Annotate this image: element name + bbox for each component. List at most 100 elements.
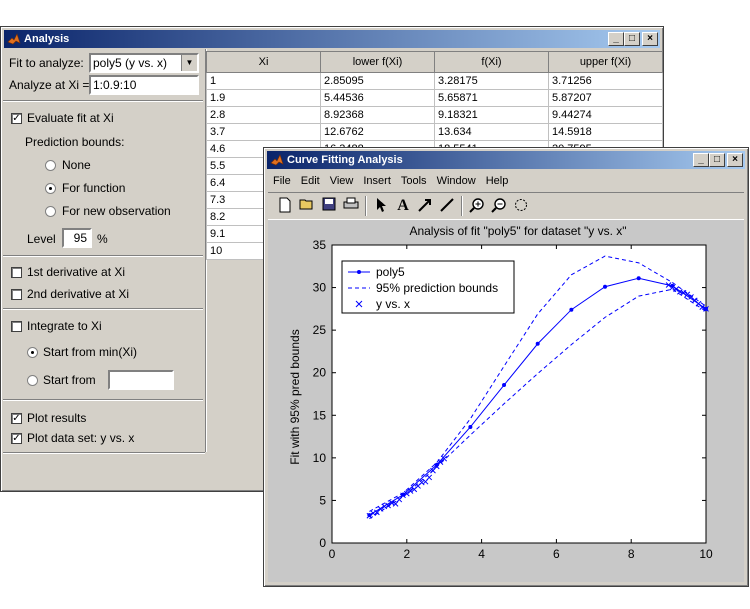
plot-data-checkbox[interactable]: ✓ bbox=[11, 433, 22, 444]
zoom-out-icon[interactable] bbox=[490, 197, 508, 215]
integrate-checkbox[interactable] bbox=[11, 321, 22, 332]
column-header[interactable]: Xi bbox=[206, 51, 321, 73]
table-cell[interactable]: 9.18321 bbox=[434, 106, 549, 124]
y-tick-label: 15 bbox=[313, 408, 327, 422]
series-poly5-point[interactable] bbox=[502, 383, 507, 388]
cfa-title: Curve Fitting Analysis bbox=[287, 154, 403, 166]
menu-window[interactable]: Window bbox=[432, 172, 481, 190]
plot-data-label: Plot data set: y vs. x bbox=[27, 431, 135, 445]
curve-fitting-window: Curve Fitting Analysis _ □ × File Edit V… bbox=[263, 147, 749, 587]
analyze-at-input[interactable]: 1:0.9:10 bbox=[89, 75, 199, 95]
table-cell[interactable]: 14.5918 bbox=[548, 123, 663, 141]
y-tick-label: 5 bbox=[319, 493, 326, 507]
select-arrow-icon[interactable] bbox=[372, 197, 390, 215]
figure-canvas: Analysis of fit "poly5" for dataset "y v… bbox=[268, 220, 744, 582]
divider bbox=[3, 100, 203, 102]
y-tick-label: 0 bbox=[319, 536, 326, 550]
radio-start-from-min-label: Start from min(Xi) bbox=[43, 345, 138, 359]
radio-new-observation[interactable] bbox=[45, 206, 56, 217]
series-poly5-point[interactable] bbox=[636, 276, 641, 281]
table-cell[interactable]: 3.7 bbox=[206, 123, 321, 141]
divider bbox=[3, 308, 203, 310]
matlab-logo-icon bbox=[7, 33, 21, 45]
x-tick-label: 4 bbox=[478, 547, 485, 561]
column-header[interactable]: lower f(Xi) bbox=[320, 51, 435, 73]
table-cell[interactable]: 9.44274 bbox=[548, 106, 663, 124]
table-cell[interactable]: 5.87207 bbox=[548, 89, 663, 107]
evaluate-fit-checkbox[interactable]: ✓ bbox=[11, 113, 22, 124]
menu-tools[interactable]: Tools bbox=[396, 172, 432, 190]
insert-arrow-icon[interactable] bbox=[416, 197, 434, 215]
integrate-label: Integrate to Xi bbox=[27, 319, 102, 333]
menu-edit[interactable]: Edit bbox=[296, 172, 325, 190]
series-poly5-point[interactable] bbox=[468, 424, 473, 429]
radio-start-from-min[interactable] bbox=[27, 347, 38, 358]
radio-none[interactable] bbox=[45, 160, 56, 171]
start-from-input[interactable] bbox=[108, 370, 174, 390]
close-button[interactable]: × bbox=[642, 32, 658, 46]
table-cell[interactable]: 1.9 bbox=[206, 89, 321, 107]
maximize-button[interactable]: □ bbox=[709, 153, 725, 167]
fit-select[interactable]: poly5 (y vs. x) ▼ bbox=[89, 53, 199, 73]
table-cell[interactable]: 1 bbox=[206, 72, 321, 90]
series-poly5-point[interactable] bbox=[603, 284, 608, 289]
open-folder-icon[interactable] bbox=[298, 197, 316, 215]
cfa-titlebar[interactable]: Curve Fitting Analysis _ □ × bbox=[267, 151, 745, 169]
prediction-bounds-label: Prediction bounds: bbox=[25, 135, 125, 149]
level-unit: % bbox=[97, 232, 108, 246]
new-file-icon[interactable] bbox=[276, 197, 294, 215]
table-row[interactable]: 1 2.85095 3.28175 3.71256 bbox=[206, 72, 663, 90]
chevron-down-icon[interactable]: ▼ bbox=[181, 55, 197, 71]
insert-text-icon[interactable]: A bbox=[394, 197, 412, 215]
table-cell[interactable]: 8.92368 bbox=[320, 106, 435, 124]
table-cell[interactable]: 3.28175 bbox=[434, 72, 549, 90]
table-row[interactable]: 3.7 12.6762 13.634 14.5918 bbox=[206, 123, 663, 141]
minimize-button[interactable]: _ bbox=[693, 153, 709, 167]
analysis-titlebar[interactable]: Analysis _ □ × bbox=[4, 30, 660, 48]
table-cell[interactable]: 2.85095 bbox=[320, 72, 435, 90]
plot-svg: Analysis of fit "poly5" for dataset "y v… bbox=[288, 224, 713, 561]
second-derivative-label: 2nd derivative at Xi bbox=[27, 287, 130, 301]
second-derivative-checkbox[interactable] bbox=[11, 289, 22, 300]
table-cell[interactable]: 12.6762 bbox=[320, 123, 435, 141]
x-tick-label: 6 bbox=[553, 547, 560, 561]
series-poly5-point[interactable] bbox=[569, 307, 574, 312]
column-header[interactable]: f(Xi) bbox=[434, 51, 549, 73]
plot-results-checkbox[interactable]: ✓ bbox=[11, 413, 22, 424]
table-cell[interactable]: 5.65871 bbox=[434, 89, 549, 107]
plot-results-label: Plot results bbox=[27, 411, 87, 425]
print-icon[interactable] bbox=[342, 197, 360, 215]
menu-help[interactable]: Help bbox=[481, 172, 514, 190]
table-cell[interactable]: 13.634 bbox=[434, 123, 549, 141]
radio-start-from[interactable] bbox=[27, 375, 38, 386]
first-derivative-checkbox[interactable] bbox=[11, 267, 22, 278]
radio-start-from-label: Start from bbox=[43, 373, 96, 387]
table-row[interactable]: 2.8 8.92368 9.18321 9.44274 bbox=[206, 106, 663, 124]
close-button[interactable]: × bbox=[727, 153, 743, 167]
minimize-button[interactable]: _ bbox=[608, 32, 624, 46]
insert-line-icon[interactable] bbox=[438, 197, 456, 215]
radio-new-observation-label: For new observation bbox=[62, 204, 171, 218]
y-tick-label: 20 bbox=[313, 366, 327, 380]
column-header[interactable]: upper f(Xi) bbox=[548, 51, 663, 73]
table-cell[interactable]: 5.44536 bbox=[320, 89, 435, 107]
fit-select-value: poly5 (y vs. x) bbox=[93, 56, 168, 70]
y-axis-label: Fit with 95% pred bounds bbox=[288, 329, 302, 464]
chart-title: Analysis of fit "poly5" for dataset "y v… bbox=[409, 224, 626, 238]
save-icon[interactable] bbox=[320, 197, 338, 215]
menu-file[interactable]: File bbox=[268, 172, 296, 190]
zoom-in-icon[interactable] bbox=[468, 197, 486, 215]
table-cell[interactable]: 3.71256 bbox=[548, 72, 663, 90]
x-tick-label: 2 bbox=[403, 547, 410, 561]
divider bbox=[3, 452, 205, 454]
series-poly5-point[interactable] bbox=[535, 341, 540, 346]
maximize-button[interactable]: □ bbox=[624, 32, 640, 46]
menu-view[interactable]: View bbox=[325, 172, 359, 190]
radio-for-function-label: For function bbox=[62, 181, 126, 195]
level-input[interactable]: 95 bbox=[62, 228, 92, 248]
radio-for-function[interactable] bbox=[45, 183, 56, 194]
table-row[interactable]: 1.9 5.44536 5.65871 5.87207 bbox=[206, 89, 663, 107]
table-cell[interactable]: 2.8 bbox=[206, 106, 321, 124]
rotate-icon[interactable] bbox=[512, 197, 530, 215]
menu-insert[interactable]: Insert bbox=[358, 172, 396, 190]
